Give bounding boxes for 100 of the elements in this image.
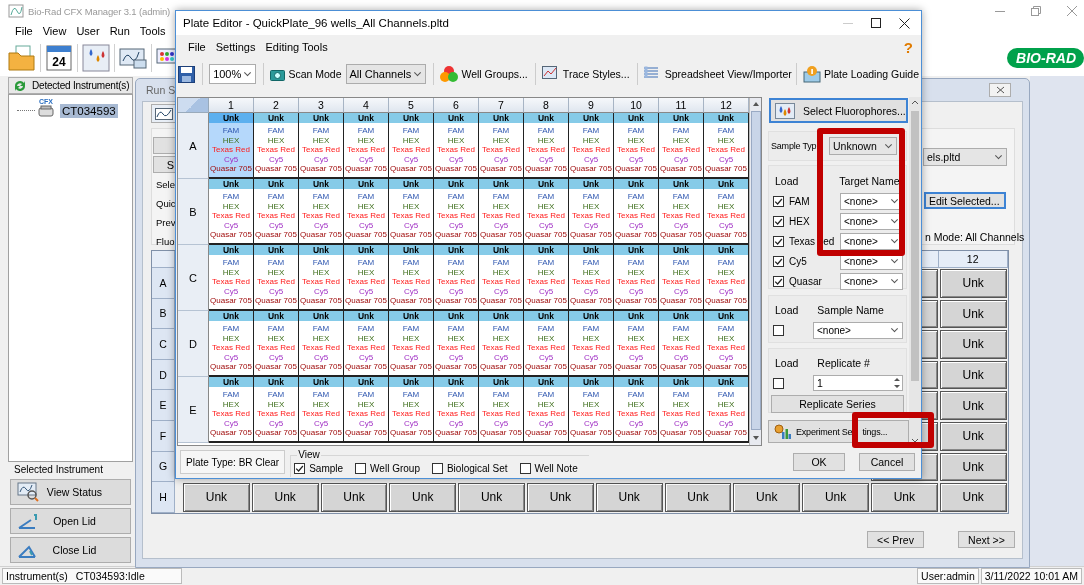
plate-well[interactable]: Unk FAM HEX Texas Red Cy5 Quasar 705 bbox=[434, 245, 479, 311]
nav-button[interactable]: << Prev bbox=[867, 531, 924, 548]
plate-well[interactable]: Unk bbox=[320, 483, 388, 512]
plate-well[interactable]: Unk FAM HEX Texas Red Cy5 Quasar 705 bbox=[479, 377, 524, 443]
plate-well[interactable]: Unk bbox=[939, 483, 1007, 512]
plate-well[interactable]: Unk FAM HEX Texas Red Cy5 Quasar 705 bbox=[524, 179, 569, 245]
plate-well[interactable]: Unk FAM HEX Texas Red Cy5 Quasar 705 bbox=[389, 377, 434, 443]
row-header[interactable]: H bbox=[152, 482, 175, 513]
plate-well[interactable]: Unk FAM HEX Texas Red Cy5 Quasar 705 bbox=[479, 311, 524, 377]
row-header[interactable]: D bbox=[152, 359, 175, 391]
column-header[interactable]: 9 bbox=[569, 98, 614, 113]
edit-selected-button[interactable]: Edit Selected... bbox=[924, 192, 1006, 209]
plate-well[interactable]: Unk FAM HEX Texas Red Cy5 Quasar 705 bbox=[704, 179, 749, 245]
column-header[interactable]: 6 bbox=[434, 98, 479, 113]
plate-well[interactable]: Unk FAM HEX Texas Red Cy5 Quasar 705 bbox=[389, 113, 434, 179]
plate-well[interactable]: Unk FAM HEX Texas Red Cy5 Quasar 705 bbox=[389, 245, 434, 311]
plate-well[interactable]: Unk FAM HEX Texas Red Cy5 Quasar 705 bbox=[569, 179, 614, 245]
plate-well[interactable]: Unk FAM HEX Texas Red Cy5 Quasar 705 bbox=[389, 179, 434, 245]
panel-button[interactable] bbox=[153, 137, 176, 154]
plate-well[interactable]: Unk FAM HEX Texas Red Cy5 Quasar 705 bbox=[254, 311, 299, 377]
plate-well[interactable]: Unk bbox=[183, 483, 250, 512]
instrument-button[interactable]: Open Lid bbox=[10, 508, 131, 534]
plate-well[interactable]: Unk FAM HEX Texas Red Cy5 Quasar 705 bbox=[254, 245, 299, 311]
plate-well[interactable]: Unk FAM HEX Texas Red Cy5 Quasar 705 bbox=[254, 377, 299, 443]
plate-well[interactable]: Unk FAM HEX Texas Red Cy5 Quasar 705 bbox=[479, 245, 524, 311]
plate-well[interactable]: Unk FAM HEX Texas Red Cy5 Quasar 705 bbox=[614, 311, 659, 377]
plate-well[interactable]: Unk bbox=[802, 483, 869, 512]
plate-well[interactable]: Unk FAM HEX Texas Red Cy5 Quasar 705 bbox=[704, 245, 749, 311]
plate-well[interactable]: Unk FAM HEX Texas Red Cy5 Quasar 705 bbox=[524, 377, 569, 443]
plate-well[interactable]: Unk bbox=[527, 483, 594, 512]
plate-well[interactable]: Unk FAM HEX Texas Red Cy5 Quasar 705 bbox=[299, 377, 344, 443]
plate-well[interactable]: Unk FAM HEX Texas Red Cy5 Quasar 705 bbox=[344, 311, 389, 377]
plate-well[interactable]: Unk bbox=[939, 299, 1007, 329]
column-header[interactable]: 8 bbox=[524, 98, 569, 113]
plate-well[interactable]: Unk FAM HEX Texas Red Cy5 Quasar 705 bbox=[569, 311, 614, 377]
checkbox[interactable] bbox=[519, 463, 531, 474]
plate-well[interactable]: Unk FAM HEX Texas Red Cy5 Quasar 705 bbox=[614, 245, 659, 311]
checkbox[interactable] bbox=[773, 235, 784, 247]
plate-well[interactable]: Unk FAM HEX Texas Red Cy5 Quasar 705 bbox=[209, 179, 254, 245]
sample-type-dropdown[interactable]: Unknown bbox=[829, 137, 897, 155]
plate-well[interactable]: Unk bbox=[939, 360, 1007, 390]
column-header[interactable]: 10 bbox=[614, 98, 659, 113]
plate-well[interactable]: Unk FAM HEX Texas Red Cy5 Quasar 705 bbox=[659, 245, 704, 311]
plate-well[interactable]: Unk FAM HEX Texas Red Cy5 Quasar 705 bbox=[254, 179, 299, 245]
row-header[interactable]: A bbox=[152, 268, 175, 299]
checkbox[interactable] bbox=[773, 377, 784, 389]
plate-well[interactable]: Unk FAM HEX Texas Red Cy5 Quasar 705 bbox=[344, 245, 389, 311]
column-header[interactable]: 7 bbox=[479, 98, 524, 113]
sample-name-dropdown[interactable]: <none> bbox=[813, 321, 903, 339]
nav-button[interactable]: Next >> bbox=[958, 531, 1015, 548]
plate-well[interactable]: Unk FAM HEX Texas Red Cy5 Quasar 705 bbox=[299, 311, 344, 377]
plate-well[interactable]: Unk bbox=[939, 452, 1007, 482]
menu-item[interactable]: View bbox=[42, 25, 67, 37]
plate-well[interactable]: Unk bbox=[733, 483, 801, 512]
scan-mode-dropdown[interactable]: All Channels bbox=[345, 64, 427, 84]
plate-well[interactable]: Unk FAM HEX Texas Red Cy5 Quasar 705 bbox=[434, 311, 479, 377]
plate-well[interactable]: Unk FAM HEX Texas Red Cy5 Quasar 705 bbox=[569, 245, 614, 311]
plate-well[interactable]: Unk bbox=[870, 483, 938, 512]
plate-well[interactable]: Unk FAM HEX Texas Red Cy5 Quasar 705 bbox=[614, 179, 659, 245]
select-fluorophores-button[interactable]: Select Fluorophores... bbox=[769, 98, 908, 123]
column-header[interactable]: 5 bbox=[389, 98, 434, 113]
checkbox[interactable] bbox=[773, 324, 784, 336]
plate-well[interactable]: Unk FAM HEX Texas Red Cy5 Quasar 705 bbox=[209, 113, 254, 179]
plate-well[interactable]: Unk FAM HEX Texas Red Cy5 Quasar 705 bbox=[209, 311, 254, 377]
row-header[interactable]: D bbox=[178, 311, 209, 377]
instrument-button[interactable]: View Status bbox=[10, 479, 131, 505]
plate-loading-guide-button[interactable]: Plate Loading Guide bbox=[802, 65, 920, 83]
column-header[interactable]: 1 bbox=[209, 98, 254, 113]
menu-item[interactable]: File bbox=[188, 41, 206, 53]
plate-well[interactable]: Unk bbox=[389, 483, 457, 512]
row-header[interactable]: B bbox=[178, 179, 209, 245]
menu-item[interactable]: Run bbox=[109, 25, 130, 37]
plate-well[interactable]: Unk FAM HEX Texas Red Cy5 Quasar 705 bbox=[434, 377, 479, 443]
spin-arrows-icon[interactable] bbox=[892, 376, 902, 390]
menu-item[interactable]: User bbox=[76, 25, 100, 37]
plate-well[interactable]: Unk FAM HEX Texas Red Cy5 Quasar 705 bbox=[209, 377, 254, 443]
checkbox[interactable] bbox=[355, 463, 367, 474]
column-header[interactable]: 3 bbox=[299, 98, 344, 113]
column-header[interactable]: 2 bbox=[254, 98, 299, 113]
plate-well[interactable]: Unk FAM HEX Texas Red Cy5 Quasar 705 bbox=[434, 113, 479, 179]
chart-button[interactable] bbox=[151, 104, 176, 123]
plate-well[interactable]: Unk FAM HEX Texas Red Cy5 Quasar 705 bbox=[704, 377, 749, 443]
plate-well[interactable]: Unk FAM HEX Texas Red Cy5 Quasar 705 bbox=[479, 113, 524, 179]
plate-well[interactable]: Unk FAM HEX Texas Red Cy5 Quasar 705 bbox=[524, 245, 569, 311]
plate-well[interactable]: Unk FAM HEX Texas Red Cy5 Quasar 705 bbox=[389, 311, 434, 377]
row-header[interactable]: F bbox=[152, 420, 175, 452]
file-dropdown[interactable]: els.pltd bbox=[923, 148, 1007, 166]
plate-well[interactable]: Unk bbox=[939, 330, 1007, 359]
target-name-dropdown[interactable]: <none> bbox=[840, 272, 903, 290]
plate-well[interactable]: Unk FAM HEX Texas Red Cy5 Quasar 705 bbox=[524, 113, 569, 179]
menu-item[interactable]: Tools bbox=[139, 25, 166, 37]
plate-well[interactable]: Unk FAM HEX Texas Red Cy5 Quasar 705 bbox=[614, 113, 659, 179]
zoom-dropdown[interactable]: 100% bbox=[209, 64, 257, 84]
plate-well[interactable]: Unk bbox=[664, 483, 732, 512]
menu-item[interactable]: File bbox=[15, 25, 33, 37]
tree-item[interactable]: CT034593 bbox=[60, 104, 118, 118]
row-header[interactable]: C bbox=[152, 329, 175, 360]
replicate-spinbox[interactable]: 1 bbox=[813, 375, 903, 391]
row-header[interactable]: B bbox=[152, 298, 175, 330]
plate-well[interactable]: Unk bbox=[939, 391, 1007, 420]
